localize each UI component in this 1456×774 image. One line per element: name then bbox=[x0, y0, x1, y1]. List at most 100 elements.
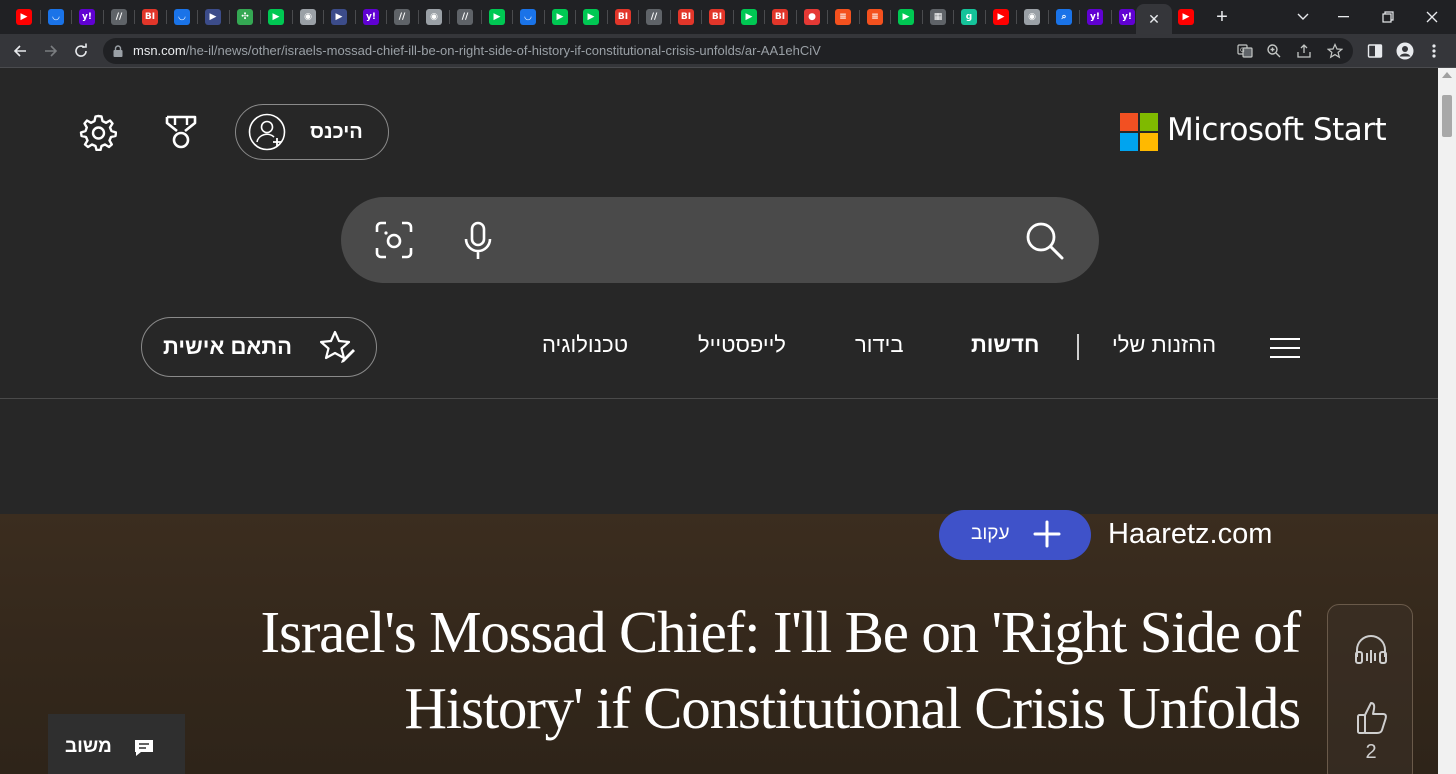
tab[interactable]: ▶ bbox=[8, 4, 40, 30]
tab[interactable]: BI bbox=[134, 4, 166, 30]
back-button[interactable] bbox=[6, 37, 34, 65]
like-count: 2 bbox=[1365, 741, 1377, 763]
tab[interactable]: ◉ bbox=[418, 4, 450, 30]
shield-icon: ◡ bbox=[48, 9, 64, 25]
microsoft-logo[interactable] bbox=[1120, 113, 1158, 151]
bookmark-star-icon[interactable] bbox=[1326, 42, 1344, 60]
business-insider-icon: BI bbox=[709, 9, 725, 25]
play-icon: ▶ bbox=[268, 9, 284, 25]
tab[interactable]: y! bbox=[1079, 4, 1111, 30]
youtube-icon: ▶ bbox=[1178, 9, 1194, 25]
rewards-medal-icon[interactable] bbox=[163, 114, 199, 155]
tab[interactable]: ▶ bbox=[260, 4, 292, 30]
brand-title[interactable]: Microsoft Start bbox=[1167, 112, 1387, 148]
tab[interactable]: ▶ bbox=[197, 4, 229, 30]
translate-icon[interactable]: G bbox=[1236, 42, 1254, 60]
tab[interactable]: ◡ bbox=[40, 4, 72, 30]
personalize-button[interactable]: התאם אישית bbox=[141, 317, 377, 377]
scroll-up-arrow-icon[interactable] bbox=[1442, 72, 1452, 78]
tab[interactable]: ⌕ bbox=[1048, 4, 1080, 30]
globe-icon: ◉ bbox=[1024, 9, 1040, 25]
nav-my-feed[interactable]: ההזנות שלי bbox=[1112, 332, 1216, 358]
visual-search-icon[interactable] bbox=[375, 221, 413, 264]
tab[interactable]: ▶ bbox=[985, 4, 1017, 30]
search-icon[interactable] bbox=[1025, 221, 1065, 266]
podcast-icon: ● bbox=[804, 9, 820, 25]
article-source[interactable]: Haaretz.com bbox=[1108, 518, 1272, 551]
browser-toolbar: msn.com/he-il/news/other/israels-mossad-… bbox=[0, 34, 1456, 68]
nav-news[interactable]: חדשות bbox=[971, 332, 1039, 358]
tab[interactable]: ≡ bbox=[827, 4, 859, 30]
address-bar[interactable]: msn.com/he-il/news/other/israels-mossad-… bbox=[103, 38, 1353, 64]
tab[interactable]: g bbox=[953, 4, 985, 30]
tab-search-button[interactable] bbox=[1281, 0, 1325, 34]
tab[interactable]: ▶ bbox=[733, 4, 765, 30]
reload-button[interactable] bbox=[67, 37, 95, 65]
tab[interactable]: ◉ bbox=[292, 4, 324, 30]
profile-avatar[interactable] bbox=[1396, 42, 1414, 60]
arrow-icon: ▶ bbox=[205, 9, 221, 25]
tab[interactable]: ◡ bbox=[166, 4, 198, 30]
tab[interactable]: y! bbox=[71, 4, 103, 30]
tab[interactable]: ● bbox=[796, 4, 828, 30]
scrollbar-thumb[interactable] bbox=[1442, 95, 1452, 137]
tab[interactable]: ✣ bbox=[229, 4, 261, 30]
nav-technology[interactable]: טכנולוגיה bbox=[542, 332, 628, 358]
nav-entertainment[interactable]: בידור bbox=[855, 332, 904, 358]
tab[interactable]: y! bbox=[355, 4, 387, 30]
tab[interactable]: ▶ bbox=[481, 4, 513, 30]
sign-in-button[interactable]: היכנס bbox=[235, 104, 389, 160]
tab[interactable]: BI bbox=[670, 4, 702, 30]
tab[interactable]: // bbox=[638, 4, 670, 30]
search-icon: ⌕ bbox=[1056, 9, 1072, 25]
settings-gear-icon[interactable] bbox=[79, 113, 118, 156]
tab[interactable]: ▶ bbox=[890, 4, 922, 30]
microphone-icon[interactable] bbox=[463, 221, 493, 266]
search-bar[interactable] bbox=[341, 197, 1099, 283]
restore-button[interactable] bbox=[1366, 0, 1410, 34]
thumbs-up-icon[interactable] bbox=[1356, 701, 1388, 735]
svg-text:G: G bbox=[1240, 47, 1245, 54]
tab[interactable]: // bbox=[449, 4, 481, 30]
page-content: Microsoft Start היכנס ההזנות שלי חדשות ב… bbox=[0, 68, 1438, 774]
yahoo-icon: y! bbox=[363, 9, 379, 25]
side-panel-icon[interactable] bbox=[1366, 42, 1384, 60]
share-icon[interactable] bbox=[1295, 42, 1313, 60]
tab[interactable]: BI bbox=[764, 4, 796, 30]
play-icon: ▶ bbox=[489, 9, 505, 25]
nav-lifestyle[interactable]: לייפסטייל bbox=[698, 332, 786, 358]
tab[interactable]: ▦ bbox=[922, 4, 954, 30]
tab-strip: ✕ ▶ + ▶ ◡ y!//BI ◡ ▶ ✣ ▶ ◉ ▶ y!//◉//▶ ◡ ▶ ▶ BI//BI BI ▶… bbox=[0, 0, 1456, 34]
tab[interactable]: ▶ bbox=[323, 4, 355, 30]
tab[interactable]: // bbox=[386, 4, 418, 30]
tab[interactable]: ▶ bbox=[575, 4, 607, 30]
tab[interactable]: BI bbox=[701, 4, 733, 30]
play-icon: ▶ bbox=[741, 9, 757, 25]
tab[interactable]: y! bbox=[1111, 4, 1143, 30]
follow-button[interactable]: עקוב bbox=[939, 510, 1091, 560]
sign-in-label: היכנס bbox=[310, 121, 363, 143]
zoom-icon[interactable] bbox=[1265, 42, 1283, 60]
tab[interactable]: ≡ bbox=[859, 4, 891, 30]
page-scrollbar[interactable] bbox=[1438, 68, 1456, 774]
map-icon: ✣ bbox=[237, 9, 253, 25]
business-insider-icon: BI bbox=[615, 9, 631, 25]
tab[interactable]: ▶ bbox=[1170, 4, 1202, 30]
tab[interactable]: // bbox=[103, 4, 135, 30]
headphones-listen-icon[interactable] bbox=[1354, 633, 1388, 665]
hamburger-menu-icon[interactable] bbox=[1270, 338, 1300, 358]
chat-icon bbox=[135, 740, 153, 756]
tab[interactable]: ◡ bbox=[512, 4, 544, 30]
globe-icon: ◉ bbox=[300, 9, 316, 25]
menu-kebab-icon[interactable] bbox=[1425, 42, 1443, 60]
new-tab-button[interactable]: + bbox=[1210, 5, 1234, 29]
tab[interactable]: ◉ bbox=[1016, 4, 1048, 30]
forward-button[interactable] bbox=[37, 37, 65, 65]
minimize-button[interactable] bbox=[1322, 0, 1366, 34]
bookmark-icon: ≡ bbox=[835, 9, 851, 25]
close-window-button[interactable] bbox=[1410, 0, 1454, 34]
feedback-button[interactable]: משוב bbox=[48, 714, 185, 774]
tab[interactable]: ▶ bbox=[544, 4, 576, 30]
play-icon: ▶ bbox=[583, 9, 599, 25]
tab[interactable]: BI bbox=[607, 4, 639, 30]
